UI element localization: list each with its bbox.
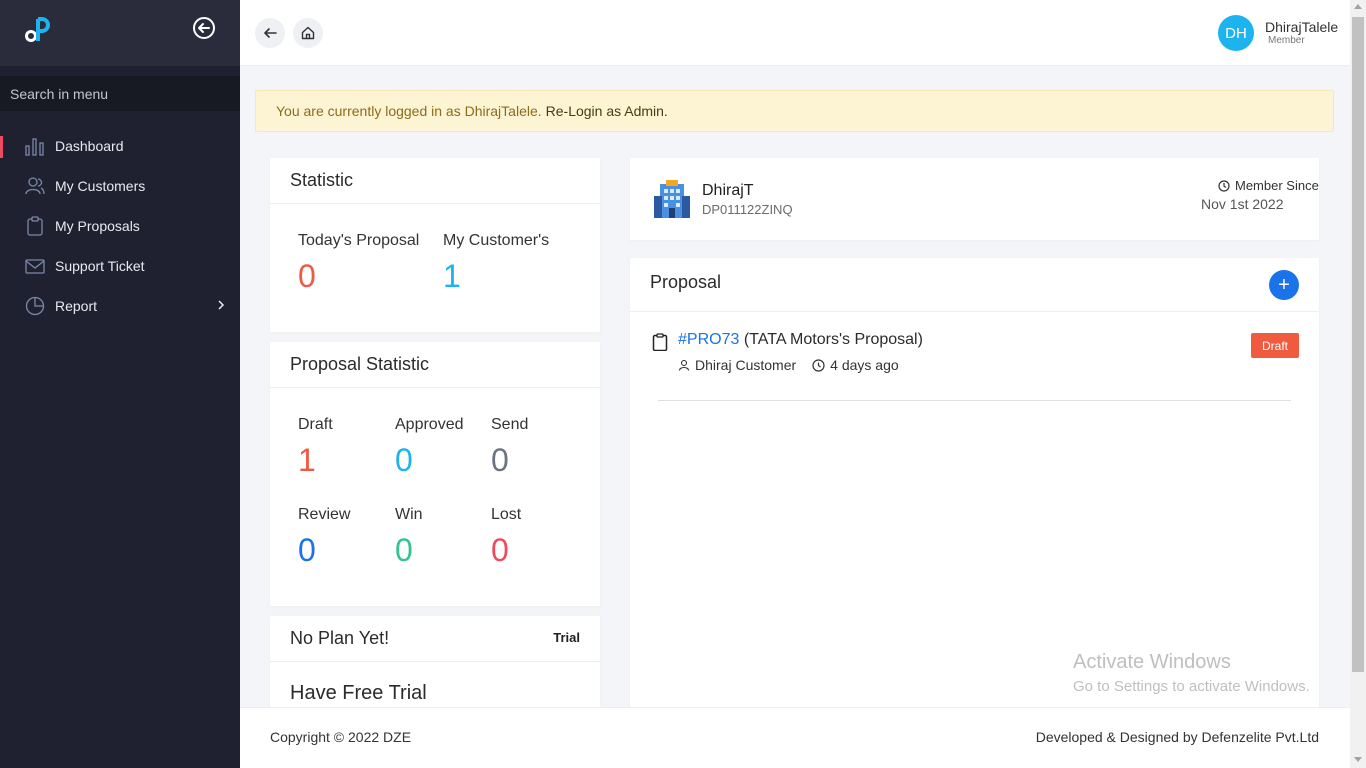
- add-proposal-button[interactable]: +: [1269, 270, 1299, 300]
- proposal-item: #PRO73 (TATA Motors's Proposal): [678, 331, 923, 349]
- member-since-label: Member Since: [1218, 178, 1319, 193]
- sidebar: Dashboard My Customers My Proposals Supp…: [0, 0, 240, 768]
- login-alert: You are currently logged in as DhirajTal…: [255, 90, 1334, 132]
- user-name[interactable]: DhirajTalele: [1265, 19, 1338, 35]
- user-role: Member: [1268, 35, 1305, 46]
- divider: [630, 311, 1319, 312]
- chevron-right-icon: [218, 300, 225, 310]
- profile-code: DP011122ZINQ: [702, 202, 793, 217]
- draft-label: Draft: [298, 416, 333, 433]
- proposal-time: 4 days ago: [830, 357, 899, 373]
- copyright-text: Copyright © 2022 DZE: [270, 729, 412, 745]
- proposal-statistic-card: Proposal Statistic Draft 1 Approved 0 Se…: [270, 342, 600, 606]
- credit-text: Developed & Designed by Defenzelite Pvt.…: [1035, 729, 1319, 745]
- profile-name: DhirajT: [702, 182, 754, 199]
- activate-windows-watermark: Activate Windows Go to Settings to activ…: [1073, 651, 1310, 695]
- lost-label: Lost: [491, 506, 522, 523]
- divider: [658, 400, 1291, 401]
- review-value: 0: [298, 532, 316, 568]
- plan-title: No Plan Yet!: [290, 628, 390, 648]
- sidebar-item-label: Report: [55, 298, 98, 314]
- users-icon: [25, 176, 45, 196]
- scroll-thumb[interactable]: [1352, 17, 1364, 672]
- company-building-icon: [654, 180, 690, 218]
- sidebar-item-label: Dashboard: [55, 138, 124, 154]
- proposal-meta: Dhiraj Customer 4 days ago: [678, 357, 899, 373]
- relogin-admin-link[interactable]: Re-Login as Admin.: [546, 103, 668, 119]
- plan-card: No Plan Yet! Trial Have Free Trial: [270, 616, 600, 707]
- member-since-text: Member Since: [1235, 178, 1319, 193]
- proposal-customer: Dhiraj Customer: [695, 357, 797, 373]
- divider: [270, 661, 600, 662]
- search-menu-input[interactable]: [0, 76, 240, 111]
- member-since-date: Nov 1st 2022: [1201, 196, 1284, 212]
- arrow-left-icon: [264, 28, 277, 38]
- home-button[interactable]: [293, 18, 323, 48]
- sidebar-item-label: My Proposals: [55, 218, 140, 234]
- sidebar-item-my-customers[interactable]: My Customers: [0, 166, 240, 206]
- statistic-card: Statistic Today's Proposal 0 My Customer…: [270, 158, 600, 332]
- sidebar-item-support-ticket[interactable]: Support Ticket: [0, 246, 240, 286]
- trial-badge: Trial: [553, 630, 580, 645]
- sidebar-item-label: My Customers: [55, 178, 146, 194]
- page-scrollbar[interactable]: [1350, 0, 1366, 768]
- free-trial-heading: Have Free Trial: [290, 682, 427, 704]
- avatar[interactable]: DH: [1218, 15, 1254, 51]
- sidebar-item-report[interactable]: Report: [0, 286, 240, 326]
- approved-label: Approved: [395, 416, 464, 433]
- app-logo[interactable]: [22, 16, 50, 46]
- send-label: Send: [491, 416, 529, 433]
- customers-value: 1: [443, 258, 461, 294]
- draft-value: 1: [298, 442, 316, 478]
- user-icon: [678, 359, 690, 371]
- proposal-name: (TATA Motors's Proposal): [743, 331, 923, 348]
- review-label: Review: [298, 506, 351, 523]
- scroll-up-icon[interactable]: [1354, 4, 1362, 9]
- topbar: DH DhirajTalele Member: [240, 0, 1350, 66]
- home-icon: [301, 26, 315, 40]
- lost-value: 0: [491, 532, 509, 568]
- pie-chart-icon: [25, 296, 45, 316]
- watermark-line1: Activate Windows: [1073, 651, 1231, 673]
- proposal-card: Proposal + #PRO73 (TATA Motors's Proposa…: [630, 258, 1319, 707]
- mail-icon: [25, 256, 45, 276]
- clock-icon: [1218, 179, 1230, 192]
- divider: [270, 203, 600, 204]
- statistic-title: Statistic: [290, 170, 354, 190]
- sidebar-item-dashboard[interactable]: Dashboard: [0, 126, 240, 166]
- proposal-statistic-title: Proposal Statistic: [290, 354, 430, 374]
- win-value: 0: [395, 532, 413, 568]
- proposal-title: Proposal: [650, 272, 722, 292]
- proposal-id-link[interactable]: #PRO73: [678, 331, 739, 348]
- clock-icon: [812, 358, 825, 372]
- sidebar-nav: Dashboard My Customers My Proposals Supp…: [0, 126, 240, 326]
- collapse-sidebar-icon[interactable]: [192, 16, 216, 40]
- watermark-line2: Go to Settings to activate Windows.: [1073, 678, 1310, 695]
- sidebar-header: [0, 0, 240, 66]
- bar-chart-icon: [25, 136, 45, 156]
- send-value: 0: [491, 442, 509, 478]
- alert-message: You are currently logged in as DhirajTal…: [276, 103, 542, 119]
- sidebar-item-my-proposals[interactable]: My Proposals: [0, 206, 240, 246]
- approved-value: 0: [395, 442, 413, 478]
- footer: Copyright © 2022 DZE Developed & Designe…: [240, 707, 1350, 768]
- sidebar-item-label: Support Ticket: [55, 258, 145, 274]
- win-label: Win: [395, 506, 423, 523]
- divider: [270, 387, 600, 388]
- back-button[interactable]: [255, 18, 285, 48]
- clipboard-icon: [25, 216, 45, 236]
- scroll-down-icon[interactable]: [1354, 757, 1362, 762]
- status-badge: Draft: [1251, 333, 1299, 358]
- profile-card: DhirajT DP011122ZINQ Member Since Nov 1s…: [630, 158, 1319, 240]
- customers-label: My Customer's: [443, 232, 550, 249]
- todays-proposal-label: Today's Proposal: [298, 232, 420, 249]
- todays-proposal-value: 0: [298, 258, 316, 294]
- clipboard-icon: [652, 333, 668, 351]
